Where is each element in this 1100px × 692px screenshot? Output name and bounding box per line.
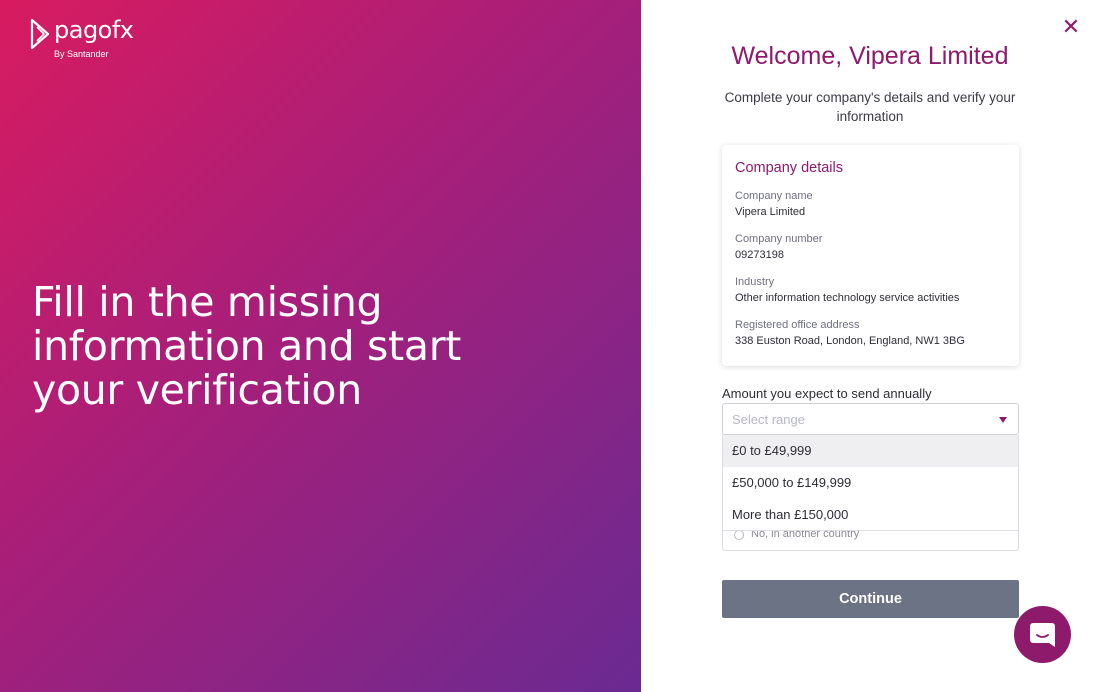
hero-line-2: information and start	[32, 322, 462, 370]
close-icon[interactable]: ✕	[1060, 16, 1082, 38]
welcome-subtitle: Complete your company's details and veri…	[724, 90, 1016, 124]
chat-icon	[1030, 623, 1055, 647]
address-label: Registered office address	[735, 319, 860, 331]
logo-wordmark: pagofx	[54, 16, 134, 44]
amount-option[interactable]: More than £150,000	[723, 499, 1018, 531]
caret-down-icon	[999, 417, 1007, 423]
amount-select-placeholder: Select range	[732, 412, 805, 427]
left-hero-panel: pagofx By Santander Fill in the missing …	[0, 0, 641, 692]
company-name-value: Vipera Limited	[735, 206, 806, 218]
pagofx-logo-icon	[30, 18, 50, 50]
company-number-label: Company number	[735, 233, 823, 245]
chat-launcher-button[interactable]	[1014, 606, 1071, 663]
amount-option[interactable]: £0 to £49,999	[723, 435, 1018, 467]
industry-value: Other information technology service act…	[735, 292, 960, 304]
company-details-title: Company details	[735, 160, 843, 176]
address-value: 338 Euston Road, London, England, NW1 3B…	[735, 335, 965, 347]
company-name-label: Company name	[735, 190, 813, 202]
amount-option[interactable]: £50,000 to £149,999	[723, 467, 1018, 499]
company-number-value: 09273198	[735, 249, 784, 261]
hero-line-1: Fill in the missing	[32, 278, 383, 326]
hero-line-3: your verification	[32, 366, 362, 414]
welcome-title: Welcome, Vipera Limited	[731, 42, 1009, 70]
amount-dropdown-menu: £0 to £49,999 £50,000 to £149,999 More t…	[722, 435, 1019, 531]
amount-label: Amount you expect to send annually	[722, 386, 932, 401]
continue-button[interactable]: Continue	[722, 580, 1019, 618]
hero-heading: Fill in the missing information and star…	[32, 280, 512, 412]
industry-label: Industry	[735, 276, 775, 288]
radio-button[interactable]	[734, 530, 744, 540]
company-details-card: Company details Company name Vipera Limi…	[722, 145, 1019, 366]
logo-subtitle: By Santander	[54, 49, 109, 59]
amount-range-select[interactable]: Select range	[722, 403, 1019, 435]
